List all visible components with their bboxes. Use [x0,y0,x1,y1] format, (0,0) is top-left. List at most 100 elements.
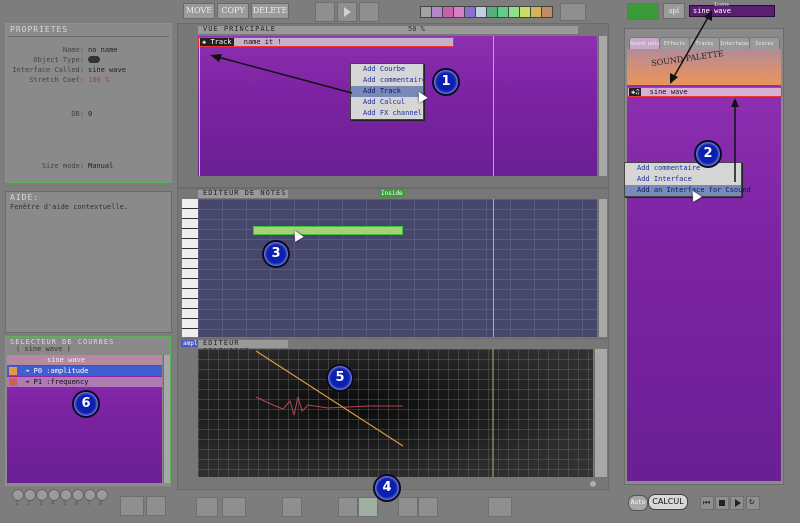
curve-row-amplitude[interactable]: ➔ P0 :amplitude [7,366,162,376]
main-view-scrollbar[interactable] [598,36,607,176]
palette-color-swatch[interactable] [541,6,553,18]
curve-row-label: P0 :amplitude [33,367,89,375]
page-number-button[interactable]: 6 [72,489,84,507]
page-number-label: 1 [15,500,19,507]
prop-value-stretch[interactable]: 100 % [88,76,109,84]
menu-add-fx-channel[interactable]: Add FX channel [351,108,423,119]
prop-label-db: DB: [71,110,84,118]
page-number-label: 4 [51,500,55,507]
page-number-button[interactable]: 7 [84,489,96,507]
curve-tool-4[interactable] [418,497,438,517]
track-item[interactable]: ✚ Track name it ! [198,37,454,47]
curve-tool-1[interactable] [338,497,358,517]
prop-label-name: Name: [62,46,84,54]
rewind-button[interactable]: ⏮ [700,496,714,510]
curve-tool-2[interactable] [358,497,378,517]
page-number-button[interactable]: 3 [36,489,48,507]
play-tool-button[interactable] [337,2,357,22]
note-editor-scrollbar[interactable] [598,199,607,337]
page-number-button[interactable]: 4 [48,489,60,507]
page-number-label: 2 [27,500,31,507]
palette-item-sine-wave[interactable]: ✚♫ sine wave [627,87,782,97]
graph-editor-titlebar: EDITEUR GRAPHIQUE [198,339,288,355]
zoom-level[interactable]: 50 % [408,25,425,33]
page-number-label: 3 [39,500,43,507]
graph-canvas[interactable] [198,349,593,477]
help-panel: AIDE: Fenêtre d'aide contextuelle. [5,191,172,333]
prop-value-interface[interactable]: sine wave [88,66,126,74]
palette-search-field[interactable]: Icons sine wave [689,2,775,17]
sound-palette-panel: Sound paletteEffectsTracksInterfacesScor… [624,28,784,485]
properties-title: PROPRIETES [10,25,69,34]
menu-add-interface-csound[interactable]: Add an Interface for Csound [625,185,751,196]
graph-tab-ampl[interactable]: ampl [181,340,200,347]
page-number-button[interactable]: 2 [24,489,36,507]
prop-label-stretch: Stretch Coef: [29,76,84,84]
playhead-line [493,199,494,337]
callout-badge-1: 1 [432,68,460,96]
menu-add-calcul[interactable]: Add Calcul [351,97,423,108]
auto-button[interactable]: Auto [628,495,648,511]
object-type-toggle[interactable] [88,56,100,63]
amplitude-curve[interactable] [255,350,404,447]
curve-list-scrollbar[interactable] [163,355,170,483]
bottom-tool-a[interactable] [196,497,218,517]
palette-top-small: Icons [714,2,730,8]
loop-button[interactable]: ↻ [746,496,760,510]
menu-add-commentaire[interactable]: Add commentaire [351,75,426,86]
curve-tool-3[interactable] [398,497,418,517]
inside-tag[interactable]: Inside [379,190,405,197]
note-block[interactable] [253,226,403,235]
bottom-tool-c[interactable] [282,497,302,517]
page-number-button[interactable]: 5 [60,489,72,507]
curve-header-label: sine wave [47,356,85,364]
graph-editor-panel: ampl EDITEUR GRAPHIQUE ⊕ [177,338,609,490]
palette-item-label: sine wave [649,88,688,96]
move-button[interactable]: MOVE [183,3,215,19]
curve-list-header[interactable]: sine wave [7,355,162,365]
stop-icon [719,500,725,506]
forward-tool-button[interactable] [359,2,379,22]
main-view-title: VUE PRINCIPALE [203,25,277,33]
resize-tool[interactable] [488,497,512,517]
page-number-button[interactable]: 8 [96,489,108,507]
piano-keyboard[interactable] [182,199,198,337]
calcul-button[interactable]: CALCUL [648,494,688,510]
callout-badge-6: 6 [72,390,100,418]
pointer-tool-button[interactable] [315,2,335,22]
rewind-icon: ⏮ [703,498,711,507]
note-grid[interactable] [198,199,597,337]
bottom-tool-b[interactable] [222,497,246,517]
menu-add-track[interactable]: Add Track [351,86,423,97]
bottom-left-tool-1[interactable] [120,496,144,516]
menu-add-interface[interactable]: Add Interface [625,174,741,185]
graph-editor-scrollbar[interactable] [594,349,607,477]
curve-row-frequency[interactable]: ➔ P1 :frequency [7,377,162,387]
prop-value-name[interactable]: no name [88,46,118,54]
key-icon-button[interactable] [560,3,586,21]
page-number-label: 8 [99,500,103,507]
bottom-left-tool-2[interactable] [146,496,166,516]
graph-curves[interactable] [198,349,593,477]
prop-value-size-mode[interactable]: Manual [88,162,113,170]
arrow-right-icon: ➔ [25,367,30,375]
copy-button[interactable]: COPY [217,3,249,19]
zoom-in-icon[interactable]: ⊕ [590,479,596,490]
menu-add-commentaire[interactable]: Add commentaire [625,163,741,174]
prop-label-interface: Interface Called: [12,66,84,74]
prop-label-object-type: Object Type: [33,56,84,64]
help-title: AIDE: [10,193,40,202]
track-tag: ✚ Track [200,38,234,46]
prop-label-size-mode: Size mode: [41,162,84,170]
page-number-button[interactable]: 1 [12,489,24,507]
stop-button[interactable] [715,496,729,510]
menu-add-courbe[interactable]: Add Courbe [351,64,423,75]
spl-button[interactable]: spl [663,3,685,19]
frequency-curve[interactable] [255,396,403,416]
sound-palette-toggle[interactable] [627,3,659,20]
prop-value-db[interactable]: 0 [88,110,92,118]
delete-button[interactable]: DELETE [251,3,289,19]
play-button[interactable] [730,496,744,510]
curve-freq-icon [9,378,17,386]
play-icon [344,7,351,17]
